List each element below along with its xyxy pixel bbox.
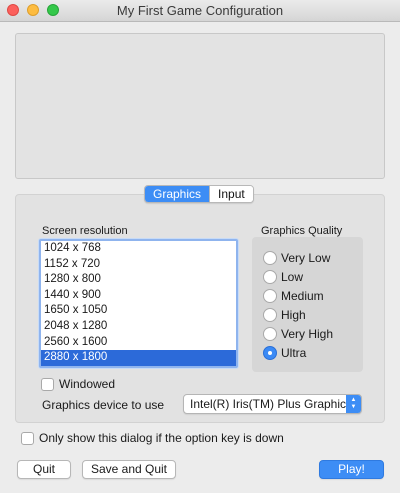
quality-option-label: Medium (281, 289, 324, 303)
radio-button[interactable] (263, 289, 277, 303)
quality-option-high[interactable]: High (263, 307, 306, 323)
resolution-item[interactable]: 2048 x 1280 (41, 319, 236, 335)
windowed-checkbox[interactable] (41, 377, 54, 391)
play-button[interactable]: Play! (319, 460, 384, 479)
option-key-option[interactable]: Only show this dialog if the option key … (21, 431, 284, 445)
banner-image-area (15, 33, 385, 179)
resolution-item[interactable]: 1024 x 768 (41, 241, 236, 257)
option-key-label: Only show this dialog if the option key … (39, 431, 284, 445)
title-bar: My First Game Configuration (0, 0, 400, 22)
graphics-device-label: Graphics device to use (42, 398, 165, 412)
resolution-item[interactable]: 1280 x 800 (41, 272, 236, 288)
quality-option-label: Very High (281, 327, 334, 341)
screen-resolution-label: Screen resolution (42, 225, 128, 237)
graphics-device-value: Intel(R) Iris(TM) Plus Graphics... (190, 397, 346, 411)
quality-option-label: High (281, 308, 306, 322)
quality-option-label: Low (281, 270, 304, 284)
quality-option-very-low[interactable]: Very Low (263, 250, 330, 266)
resolution-item-selected[interactable]: 2880 x 1800 (41, 350, 236, 366)
window-title: My First Game Configuration (116, 3, 284, 18)
tab-graphics[interactable]: Graphics (145, 186, 210, 202)
tab-bar: Graphics Input (144, 185, 254, 203)
quality-option-label: Ultra (281, 346, 307, 360)
quality-option-ultra[interactable]: Ultra (263, 345, 306, 361)
graphics-quality-label: Graphics Quality (261, 225, 343, 237)
resolution-list[interactable]: 1024 x 768 1152 x 720 1280 x 800 1440 x … (39, 239, 238, 368)
radio-button[interactable] (263, 308, 277, 322)
resolution-item[interactable]: 2560 x 1600 (41, 335, 236, 351)
quit-button[interactable]: Quit (17, 460, 71, 479)
radio-button[interactable] (263, 270, 277, 284)
graphics-device-select[interactable]: Intel(R) Iris(TM) Plus Graphics... ▲ ▼ (183, 394, 362, 414)
windowed-label: Windowed (59, 377, 116, 391)
resolution-item[interactable]: 1650 x 1050 (41, 303, 236, 319)
radio-button[interactable] (263, 327, 277, 341)
save-and-quit-button[interactable]: Save and Quit (82, 460, 176, 479)
resolution-item[interactable]: 1152 x 720 (41, 257, 236, 273)
tab-input[interactable]: Input (209, 186, 253, 202)
option-key-checkbox[interactable] (21, 431, 34, 445)
radio-button-selected[interactable] (263, 346, 277, 360)
resolution-item[interactable]: 1440 x 900 (41, 288, 236, 304)
quality-option-label: Very Low (281, 251, 331, 265)
chevron-up-down-icon: ▲ ▼ (346, 395, 361, 413)
quality-option-low[interactable]: Low (263, 269, 303, 285)
radio-button[interactable] (263, 251, 277, 265)
quality-option-very-high[interactable]: Very High (263, 326, 333, 342)
quality-option-medium[interactable]: Medium (263, 288, 324, 304)
windowed-option[interactable]: Windowed (41, 377, 115, 391)
